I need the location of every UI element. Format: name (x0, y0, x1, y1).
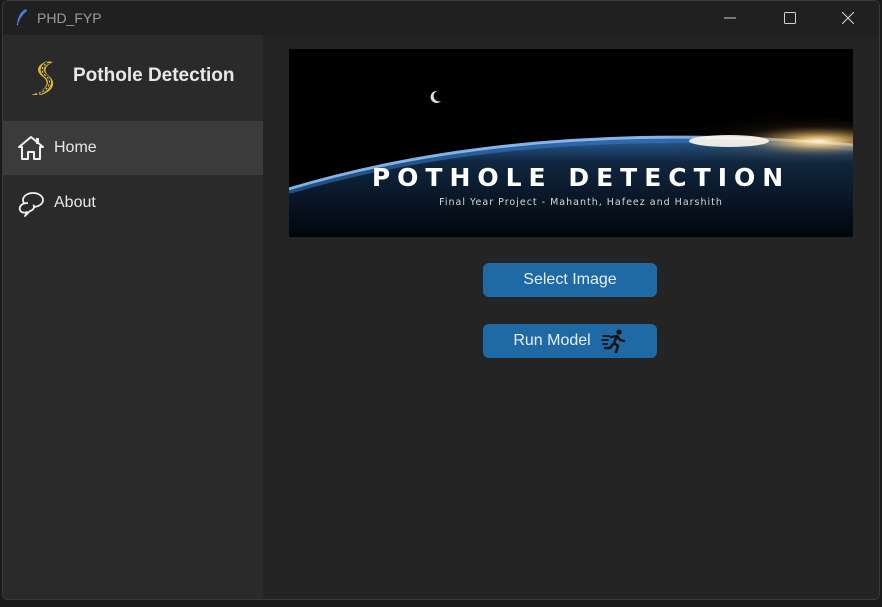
select-image-button[interactable]: Select Image (483, 263, 657, 297)
close-button[interactable] (819, 1, 877, 35)
banner-title: POTHOLE DETECTION (371, 163, 791, 192)
banner-subtitle: Final Year Project - Mahanth, Hafeez and… (439, 197, 723, 208)
road-icon (31, 60, 54, 96)
main-content: POTHOLE DETECTION Final Year Project - M… (263, 35, 879, 599)
maximize-button[interactable] (761, 1, 819, 35)
app-title: Pothole Detection (73, 65, 235, 86)
sidebar-item-label: About (54, 194, 96, 211)
sidebar: Pothole Detection Home About (3, 35, 263, 599)
app-window: PHD_FYP Pothole Detection Home About POT… (2, 0, 880, 600)
run-model-button[interactable]: Run Model (483, 324, 657, 358)
home-icon (18, 136, 44, 160)
chat-bubbles-icon (18, 192, 44, 217)
run-model-label: Run Model (513, 332, 591, 349)
sidebar-item-home[interactable]: Home (3, 121, 263, 175)
sidebar-item-label: Home (54, 139, 97, 156)
banner-image: POTHOLE DETECTION Final Year Project - M… (289, 49, 853, 237)
minimize-button[interactable] (701, 1, 759, 35)
window-title: PHD_FYP (37, 10, 102, 26)
select-image-label: Select Image (523, 271, 617, 288)
minimize-icon (724, 17, 736, 19)
feather-icon (16, 9, 27, 26)
earth-horizon-graphic (289, 49, 853, 237)
maximize-icon (784, 12, 796, 24)
brand: Pothole Detection (3, 35, 263, 119)
close-icon (842, 12, 854, 24)
sidebar-item-about[interactable]: About (3, 176, 263, 230)
running-person-icon (600, 329, 625, 354)
title-bar[interactable]: PHD_FYP (3, 1, 879, 35)
